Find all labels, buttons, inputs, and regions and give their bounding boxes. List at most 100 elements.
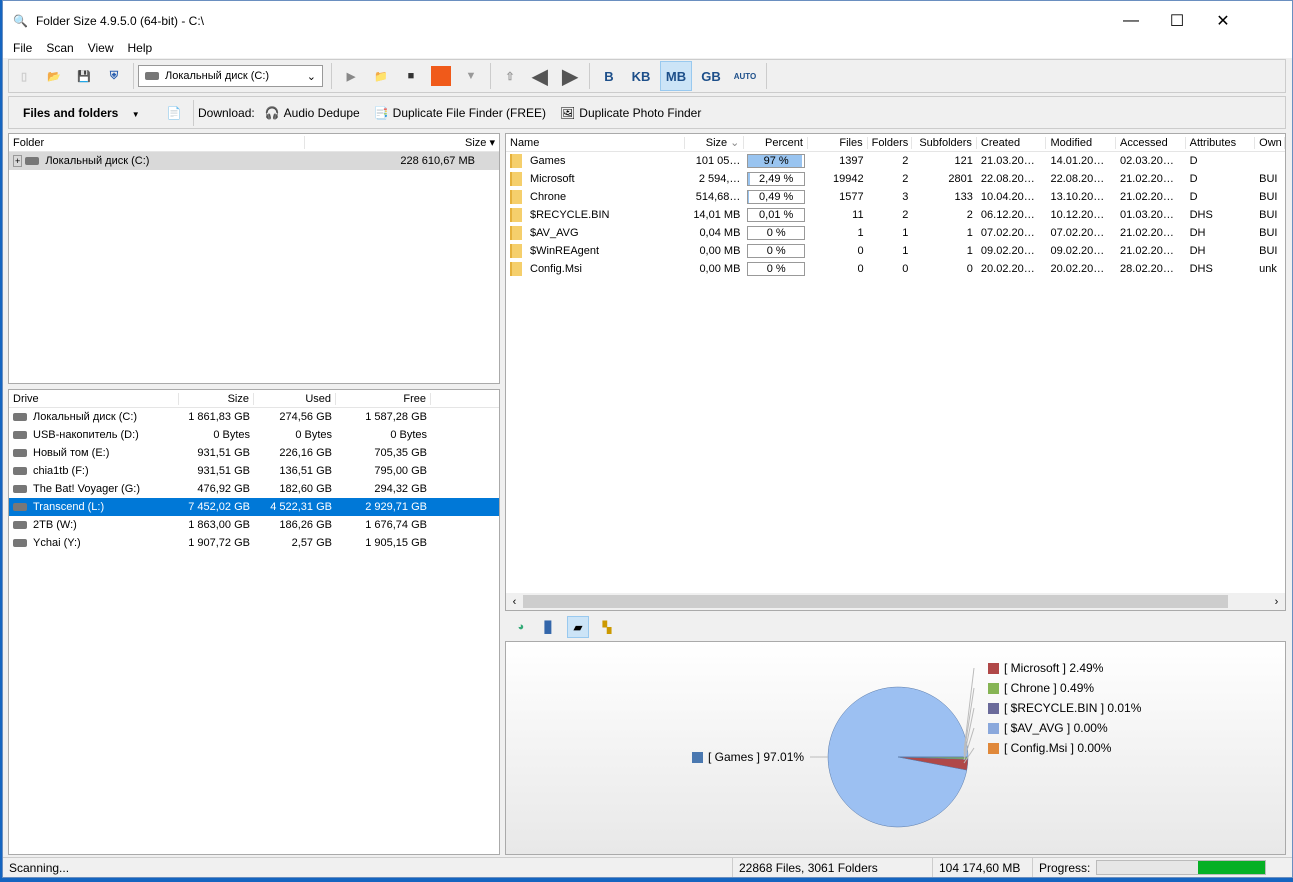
file-cell: 0 — [902, 263, 909, 275]
file-cell: BUI — [1259, 173, 1278, 185]
file-col-header[interactable]: Subfolders — [912, 136, 977, 149]
unit-mb-button[interactable]: MB — [660, 61, 692, 91]
file-cell: $AV_AVG — [530, 226, 579, 239]
drive-select[interactable]: Локальный диск (C:) ⌄ — [138, 65, 323, 87]
duplicate-photo-finder-icon: 🖼 — [560, 105, 576, 120]
legend-label: [ Games ] 97.01% — [708, 750, 804, 764]
file-row[interactable]: Config.Msi 0,00 MB 0 % 0 0 0 20.02.20… 20.02.20… — [506, 260, 1285, 278]
drive-row[interactable]: Ychai (Y:) 1 907,72 GB 2,57 GB 1 905,15 GB — [9, 534, 499, 552]
drive-col-header[interactable]: Free — [336, 392, 431, 405]
file-col-header[interactable]: Created — [977, 136, 1047, 149]
file-cell: BUI — [1259, 227, 1278, 239]
shield-icon[interactable]: ⛨ — [101, 63, 127, 89]
stop-icon[interactable] — [428, 63, 454, 89]
pie-chart: [ Games ] 97.01% [ Microsoft ] 2.49% [ Chr… — [505, 641, 1286, 855]
drive-row[interactable]: USB-накопитель (D:) 0 Bytes 0 Bytes 0 Bytes — [9, 426, 499, 444]
legend-label: [ Chrone ] 0.49% — [1004, 681, 1094, 695]
maximize-button[interactable]: ☐ — [1154, 1, 1200, 41]
tree-row[interactable]: + Локальный диск (C:) 228 610,67 MB — [9, 152, 499, 170]
folder-column-header[interactable]: Folder — [9, 137, 304, 149]
drive-free: 1 905,15 GB — [365, 537, 427, 549]
drive-col-header[interactable]: Used — [254, 392, 336, 405]
file-cell: 3 — [902, 191, 909, 203]
drive-row[interactable]: The Bat! Voyager (G:) 476,92 GB 182,60 GB 2… — [9, 480, 499, 498]
filter-icon[interactable]: ▼ — [458, 63, 484, 89]
drive-row[interactable]: chia1tb (F:) 931,51 GB 136,51 GB 795,00 GB — [9, 462, 499, 480]
horizontal-scrollbar[interactable]: ‹ › — [506, 593, 1285, 610]
view-dropdown[interactable]: Files and folders ▼ — [9, 106, 159, 120]
unit-auto-button[interactable]: AUTO — [730, 63, 760, 89]
menu-view[interactable]: View — [88, 41, 114, 58]
menu-scan[interactable]: Scan — [46, 41, 73, 58]
up-folder-icon[interactable]: ⇧ — [497, 63, 523, 89]
file-col-header[interactable]: Files — [808, 136, 868, 149]
unit-gb-button[interactable]: GB — [696, 63, 726, 89]
percent-value: 0 % — [766, 263, 786, 275]
file-col-header[interactable]: Attributes — [1186, 136, 1256, 149]
file-col-header[interactable]: Modified — [1046, 136, 1117, 149]
drive-row[interactable]: Новый том (E:) 931,51 GB 226,16 GB 705,35 G… — [9, 444, 499, 462]
3d-chart-icon[interactable]: ▰ — [567, 616, 589, 638]
scan-folder-icon[interactable]: 📁 — [368, 63, 394, 89]
file-row[interactable]: $WinREAgent 0,00 MB 0 % 0 1 1 09.02.20… 09.02.2… — [506, 242, 1285, 260]
file-col-header[interactable]: Own — [1255, 136, 1285, 149]
new-icon[interactable]: ▯ — [11, 63, 37, 89]
treemap-icon[interactable]: ▚ — [597, 617, 617, 637]
legend-swatch — [988, 743, 999, 754]
back-icon[interactable]: ◀ — [527, 63, 553, 89]
drive-row[interactable]: 2TB (W:) 1 863,00 GB 186,26 GB 1 676,74 GB — [9, 516, 499, 534]
drive-row[interactable]: Transcend (L:) 7 452,02 GB 4 522,31 GB 2 92… — [9, 498, 499, 516]
scroll-thumb[interactable] — [523, 595, 1228, 608]
file-cell: 1 — [966, 227, 973, 239]
file-col-header[interactable]: Folders — [868, 136, 913, 149]
save-icon[interactable]: 💾 — [71, 63, 97, 89]
drive-free: 795,00 GB — [374, 465, 427, 477]
scroll-left-icon[interactable]: ‹ — [506, 596, 523, 608]
drive-free: 0 Bytes — [390, 429, 427, 441]
drive-col-header[interactable]: Drive — [9, 392, 179, 405]
drive-size: 7 452,02 GB — [188, 501, 250, 513]
duplicate-file-finder-icon: 📑 — [373, 105, 389, 120]
view-dropdown-label: Files and folders — [23, 105, 119, 120]
minimize-button[interactable]: — — [1108, 1, 1154, 41]
drive-row[interactable]: Локальный диск (C:) 1 861,83 GB 274,56 GB 1… — [9, 408, 499, 426]
report-icon[interactable]: 📄 — [161, 100, 187, 126]
folder-icon — [510, 262, 522, 276]
progress-bar — [1096, 860, 1267, 875]
file-col-header[interactable]: Accessed — [1116, 136, 1186, 149]
file-row[interactable]: Games 101 05… 97 % 1397 2 121 21.03.20… 14.01.2… — [506, 152, 1285, 170]
legend-label: [ Config.Msi ] 0.00% — [1004, 741, 1112, 755]
file-col-header[interactable]: Percent — [744, 136, 808, 149]
duplicate-photo-finder-link[interactable]: Duplicate Photo Finder — [579, 106, 701, 120]
file-cell: BUI — [1259, 209, 1278, 221]
expand-icon[interactable]: + — [13, 155, 23, 167]
unit-b-button[interactable]: B — [596, 63, 622, 89]
stop-scan-icon[interactable]: ■ — [398, 63, 424, 89]
duplicate-file-finder-link[interactable]: Duplicate File Finder (FREE) — [393, 106, 546, 120]
file-row[interactable]: Microsoft 2 594,… 2,49 % 19942 2 2801 22.08.20… — [506, 170, 1285, 188]
audio-dedupe-link[interactable]: Audio Dedupe — [284, 106, 360, 120]
bar-chart-icon[interactable]: ▊ — [539, 617, 559, 637]
legend-swatch — [692, 752, 703, 763]
scroll-right-icon[interactable]: › — [1268, 596, 1285, 608]
pie-chart-icon[interactable]: ◕ — [511, 617, 531, 637]
play-icon[interactable]: ▶ — [338, 63, 364, 89]
file-cell: 133 — [954, 191, 973, 203]
file-row[interactable]: Chrone 514,68… 0,49 % 1577 3 133 10.04.20… 13.1… — [506, 188, 1285, 206]
menu-help[interactable]: Help — [128, 41, 153, 58]
drive-used: 136,51 GB — [279, 465, 332, 477]
size-column-header[interactable]: Size ▾ — [304, 136, 499, 149]
forward-icon[interactable]: ▶ — [557, 63, 583, 89]
menu-file[interactable]: File — [13, 41, 32, 58]
file-col-header[interactable]: Name — [506, 136, 685, 149]
folder-icon — [510, 208, 522, 222]
drive-name: Transcend (L:) — [33, 501, 105, 513]
drive-col-header[interactable]: Size — [179, 392, 254, 405]
file-row[interactable]: $AV_AVG 0,04 MB 0 % 1 1 1 07.02.20… 07.02.20… 21… — [506, 224, 1285, 242]
title-bar: 🔍 Folder Size 4.9.5.0 (64-bit) - C:\ — ☐… — [3, 1, 1292, 41]
file-row[interactable]: $RECYCLE.BIN 14,01 MB 0,01 % 11 2 2 06.12.20… 1… — [506, 206, 1285, 224]
unit-kb-button[interactable]: KB — [626, 63, 656, 89]
file-col-header[interactable]: Size ⌄ — [685, 136, 745, 149]
close-button[interactable]: ✕ — [1200, 1, 1246, 41]
open-icon[interactable]: 📂 — [41, 63, 67, 89]
